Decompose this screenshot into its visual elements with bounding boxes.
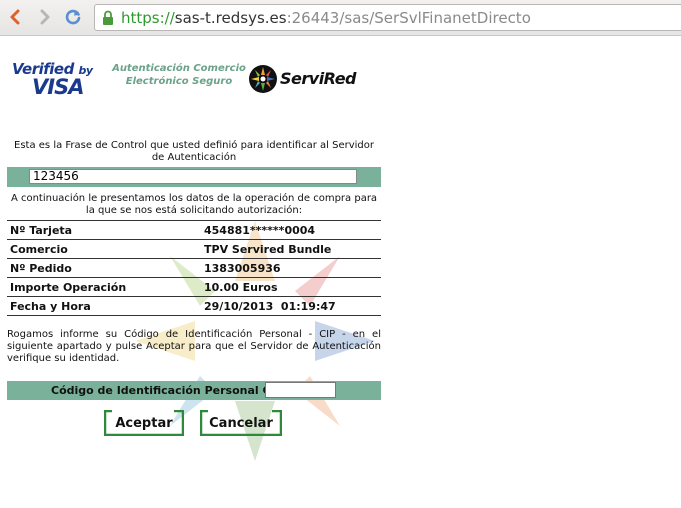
auth-form: Esta es la Frase de Control que usted de…	[7, 140, 381, 400]
purchase-intro: A continuación le presentamos los datos …	[10, 193, 378, 216]
detail-row: Comercio TPV Servired Bundle	[7, 239, 381, 259]
detail-label: Importe Operación	[7, 277, 204, 297]
cip-band: Código de Identificación Personal CIP	[7, 381, 381, 400]
verified-by-visa-logo: Verified by VISA	[12, 60, 93, 99]
browser-toolbar: https://sas-t.redsys.es:26443/sas/SerSvl…	[0, 0, 681, 36]
detail-row: Importe Operación 10.00 Euros	[7, 277, 381, 297]
page-content: Verified by VISA Autenticación Comercio …	[0, 36, 681, 508]
servired-star-icon	[249, 65, 277, 93]
control-phrase-value: 123456	[29, 169, 357, 184]
detail-value: 1383005936	[204, 258, 381, 278]
secure-commerce-tagline: Autenticación Comercio Electrónico Segur…	[112, 63, 246, 87]
detail-label: Comercio	[7, 239, 204, 259]
detail-label: Fecha y Hora	[7, 296, 204, 316]
reload-icon	[65, 9, 81, 25]
cip-input[interactable]	[265, 382, 336, 398]
cancel-button-label: Cancelar	[209, 415, 273, 431]
detail-value: 454881******0004	[204, 220, 381, 240]
detail-row: Nº Tarjeta 454881******0004	[7, 220, 381, 240]
control-phrase-intro: Esta es la Frase de Control que usted de…	[14, 140, 374, 163]
accept-button-label: Aceptar	[115, 415, 173, 431]
operation-details-table: Nº Tarjeta 454881******0004 Comercio TPV Se…	[7, 220, 381, 316]
forward-button[interactable]	[34, 6, 56, 28]
detail-row: Nº Pedido 1383005936	[7, 258, 381, 278]
forward-arrow-icon	[40, 9, 50, 25]
url-text: https://sas-t.redsys.es:26443/sas/SerSvl…	[121, 8, 531, 27]
header-logos: Verified by VISA Autenticación Comercio …	[0, 36, 400, 116]
cip-instructions: Rogamos informe su Código de Identificac…	[7, 329, 381, 364]
cancel-button[interactable]: Cancelar	[200, 410, 282, 436]
detail-value: 29/10/2013 01:19:47	[204, 296, 381, 316]
back-arrow-icon	[10, 9, 20, 25]
back-button[interactable]	[4, 6, 26, 28]
detail-label: Nº Pedido	[7, 258, 204, 278]
detail-value: TPV Servired Bundle	[204, 239, 381, 259]
control-phrase-band: 123456	[7, 167, 381, 187]
reload-button[interactable]	[62, 6, 84, 28]
detail-label: Nº Tarjeta	[7, 220, 204, 240]
cip-label: Código de Identificación Personal CIP	[51, 384, 283, 397]
detail-value: 10.00 Euros	[204, 277, 381, 297]
servired-logo-text: ServiRed	[280, 69, 357, 88]
accept-button[interactable]: Aceptar	[104, 410, 184, 436]
address-bar[interactable]: https://sas-t.redsys.es:26443/sas/SerSvl…	[94, 4, 681, 31]
lock-icon	[103, 10, 113, 25]
detail-row: Fecha y Hora 29/10/2013 01:19:47	[7, 296, 381, 316]
